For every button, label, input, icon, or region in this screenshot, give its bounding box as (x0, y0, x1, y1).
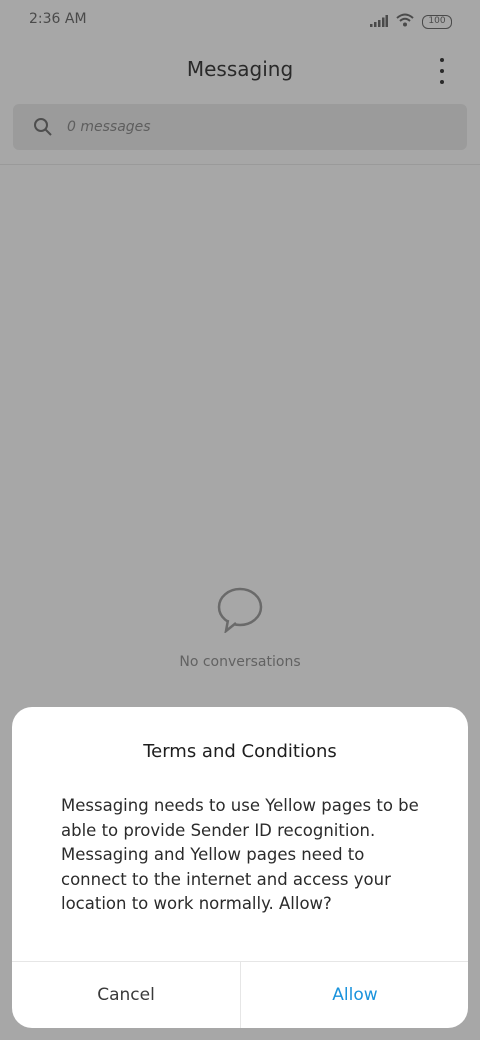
signal-icon (370, 12, 388, 31)
search-icon (33, 117, 53, 141)
status-bar: 2:36 AM 100 (0, 0, 480, 40)
screen: 2:36 AM 100 Messaging 0 messages No conv… (0, 0, 480, 1040)
chat-bubble-icon (216, 587, 264, 637)
status-icons: 100 (370, 12, 452, 31)
terms-dialog: Terms and Conditions Messaging needs to … (12, 707, 468, 1028)
dialog-body: Messaging needs to use Yellow pages to b… (61, 796, 419, 913)
page-title: Messaging (186, 57, 294, 81)
status-time: 2:36 AM (29, 11, 87, 27)
allow-button[interactable]: Allow (241, 962, 468, 1028)
search-bar[interactable]: 0 messages (13, 104, 467, 150)
app-header: Messaging (0, 48, 480, 92)
cancel-button[interactable]: Cancel (12, 962, 240, 1028)
divider (0, 164, 480, 165)
battery-icon: 100 (422, 14, 452, 29)
empty-state-text: No conversations (179, 654, 301, 670)
dialog-title: Terms and Conditions (143, 741, 337, 762)
search-input[interactable]: 0 messages (67, 104, 151, 150)
more-icon[interactable] (432, 58, 452, 84)
wifi-icon (396, 12, 414, 31)
